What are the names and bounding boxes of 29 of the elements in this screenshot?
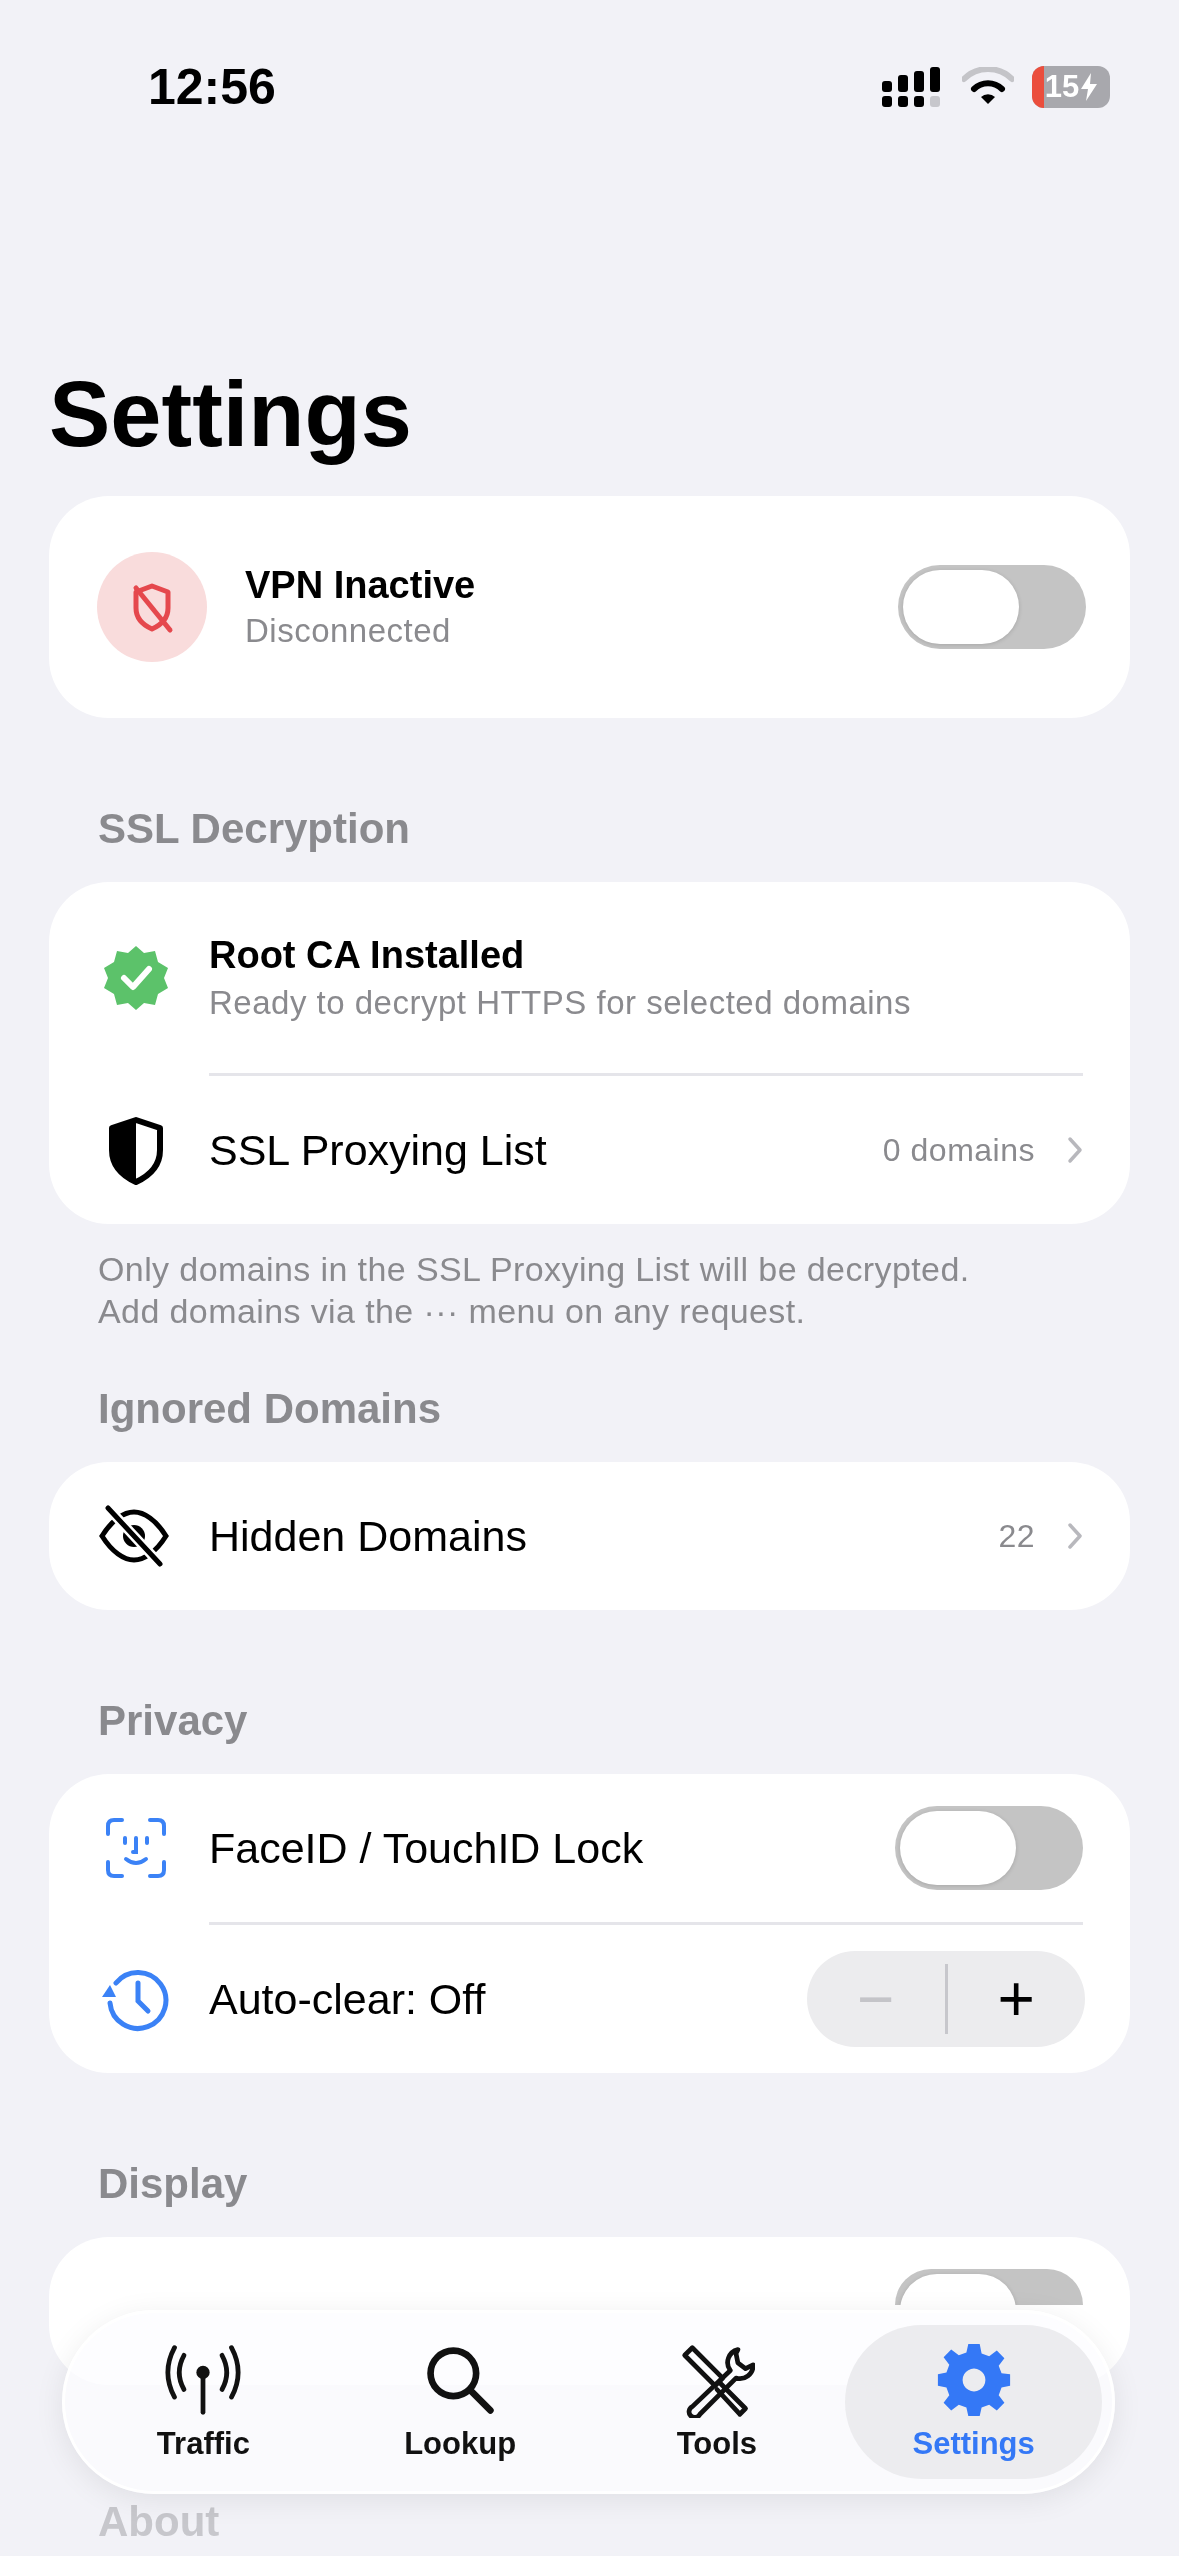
- status-title: Root CA Installed: [209, 932, 526, 978]
- row-value: 22: [998, 1517, 1035, 1555]
- list-row[interactable]: Hidden Domains 22: [49, 1462, 1083, 1610]
- increment-button[interactable]: +: [947, 1951, 1085, 2047]
- section-header: SSL Decryption: [97, 804, 411, 854]
- row-label: SSL Proxying List: [209, 1125, 548, 1175]
- chevron-right-icon: [1067, 1136, 1083, 1164]
- chevron-right-icon: [1067, 1522, 1083, 1550]
- status-subtitle: Ready to decrypt HTTPS for selected domains: [209, 982, 912, 1023]
- row-label: FaceID / TouchID Lock: [209, 1823, 645, 1873]
- tab-item[interactable]: Lookup: [331, 2325, 589, 2479]
- row-label: Auto-clear: Off: [209, 1974, 487, 2024]
- section-header: Privacy: [97, 1696, 249, 1746]
- vpn-status-title: VPN Inactive: [245, 563, 477, 608]
- gear-icon: [935, 2342, 1012, 2418]
- battery-icon: 15: [1032, 66, 1110, 108]
- vpn-status-subtitle: Disconnected: [245, 611, 452, 651]
- antenna-icon: [165, 2342, 242, 2418]
- list-row[interactable]: SSL Proxying List 0 domains: [49, 1076, 1083, 1224]
- section-header: Ignored Domains: [97, 1384, 443, 1434]
- tab-item[interactable]: Tools: [588, 2325, 846, 2479]
- wifi-icon: [962, 67, 1014, 107]
- row-label: Hidden Domains: [209, 1511, 528, 1561]
- tab-item[interactable]: Traffic: [75, 2325, 332, 2479]
- section-header: Display: [97, 2159, 249, 2209]
- row-value: 0 domains: [882, 1131, 1035, 1169]
- shield-slash-icon: [97, 552, 207, 662]
- section-footer: Only domains in the SSL Proxying List will be decrypted. Add domains via the ··· menu on any request.: [49, 1248, 1130, 1332]
- clock-time: 12:56: [148, 58, 276, 116]
